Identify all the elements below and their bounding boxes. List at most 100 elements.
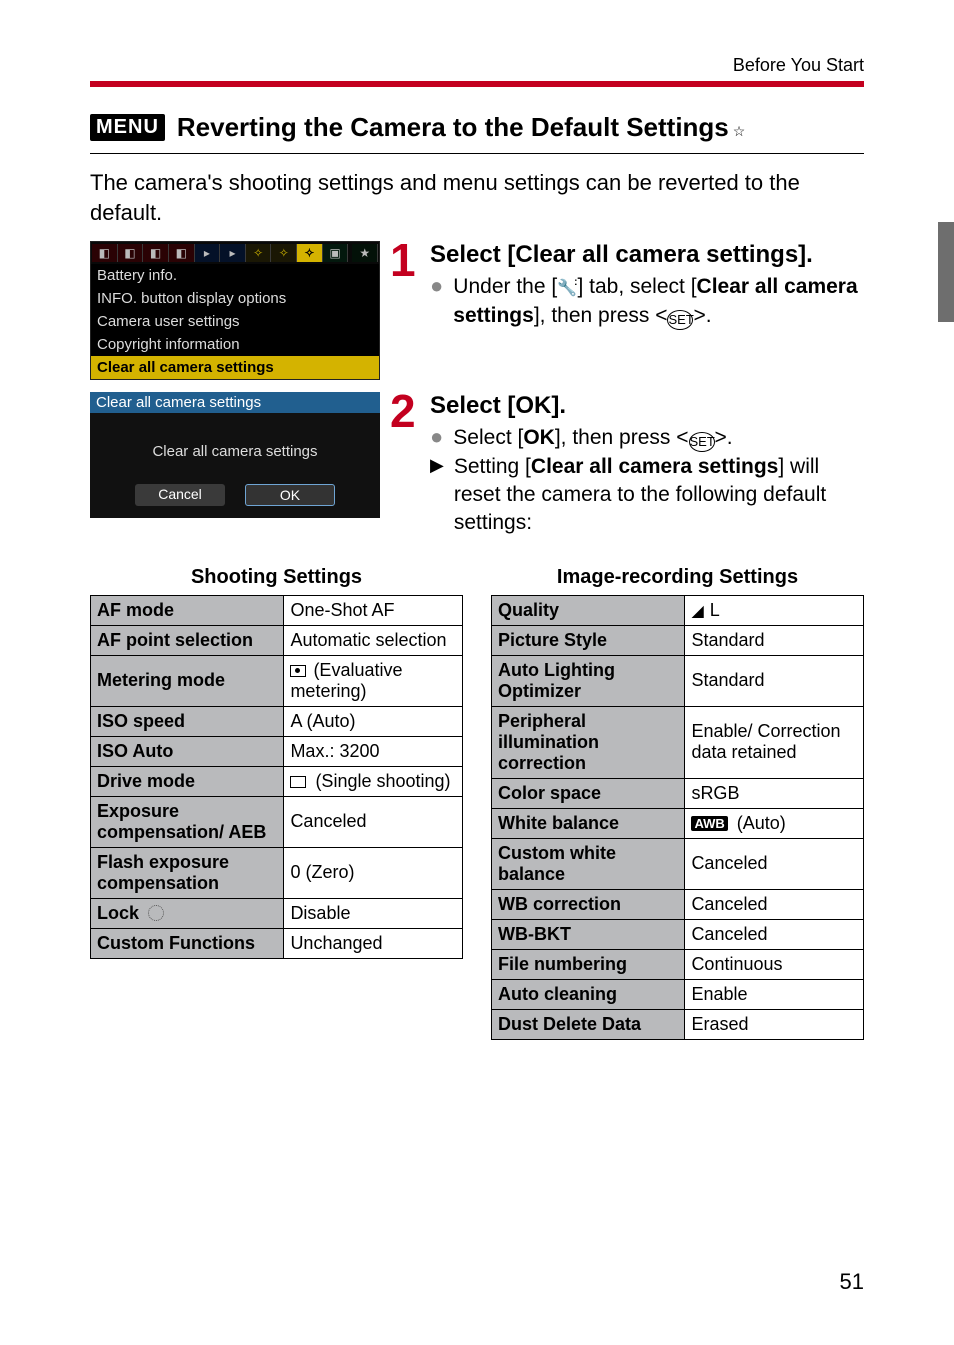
cell: L — [685, 595, 864, 625]
t: >. — [715, 426, 733, 449]
cell: Quality — [492, 595, 685, 625]
cell: A (Auto) — [284, 706, 463, 736]
cell: ISO Auto — [91, 736, 284, 766]
t: >. — [693, 304, 711, 327]
step-2-title: Select [OK]. — [430, 392, 864, 420]
cell: Enable — [685, 979, 864, 1009]
cell: One-Shot AF — [284, 595, 463, 625]
cell: Custom white balance — [492, 838, 685, 889]
panel2-header: Clear all camera settings — [90, 392, 380, 413]
tab-cfn: ▣ — [323, 244, 349, 262]
tab-play2: ▸ — [220, 244, 246, 262]
menu-screenshot-1: ◧ ◧ ◧ ◧ ▸ ▸ ✧ ✧ ✧ ▣ ★ Battery info. INFO… — [90, 241, 380, 380]
cell: Max.: 3200 — [284, 736, 463, 766]
cell: Lock — [91, 898, 284, 928]
menu-item-highlight: Clear all camera settings — [91, 356, 379, 379]
t: Select [ — [453, 426, 523, 449]
cell: Exposure compensation/ AEB — [91, 796, 284, 847]
triangle-icon: ▶ — [430, 453, 444, 477]
image-column: Image-recording Settings Quality L Pictu… — [491, 566, 864, 1040]
star-icon: ☆ — [733, 123, 746, 139]
cell: Drive mode — [91, 766, 284, 796]
tab-cam1: ◧ — [92, 244, 118, 262]
cell: AF mode — [91, 595, 284, 625]
cell: Canceled — [685, 889, 864, 919]
t: Lock — [97, 903, 144, 923]
tab-play1: ▸ — [195, 244, 221, 262]
side-tab — [938, 222, 954, 322]
intro-text: The camera's shooting settings and menu … — [90, 168, 864, 227]
breadcrumb: Before You Start — [90, 55, 864, 76]
cell: Erased — [685, 1009, 864, 1039]
menu-item: Copyright information — [91, 333, 379, 356]
t: L — [705, 600, 720, 620]
cell: Canceled — [685, 838, 864, 889]
cell: Picture Style — [492, 625, 685, 655]
cell: sRGB — [685, 778, 864, 808]
single-shooting-icon — [290, 776, 306, 788]
cell: Metering mode — [91, 655, 284, 706]
cell: Auto cleaning — [492, 979, 685, 1009]
set-icon: SET — [667, 310, 693, 330]
cell: AWB (Auto) — [685, 808, 864, 838]
cell: Standard — [685, 625, 864, 655]
bullet-dot-icon: ● — [430, 424, 443, 450]
cell: Canceled — [685, 919, 864, 949]
bullet-dot-icon: ● — [430, 273, 443, 299]
menu-item: Camera user settings — [91, 310, 379, 333]
panel2-body: Clear all camera settings — [90, 413, 380, 484]
shooting-table: AF modeOne-Shot AF AF point selectionAut… — [90, 595, 463, 959]
t: ], then press < — [534, 304, 668, 327]
red-divider — [90, 81, 864, 87]
metering-icon — [290, 665, 306, 677]
image-table: Quality L Picture StyleStandard Auto Lig… — [491, 595, 864, 1040]
cell: Flash exposure compensation — [91, 847, 284, 898]
menu-item: INFO. button display options — [91, 287, 379, 310]
menu-item: Battery info. — [91, 264, 379, 287]
step-2: Clear all camera settings Clear all came… — [90, 392, 864, 537]
t: (Evaluative metering) — [290, 660, 402, 701]
cell: Enable/ Correction data retained — [685, 706, 864, 778]
cell: Color space — [492, 778, 685, 808]
cell: ISO speed — [91, 706, 284, 736]
step-1: ◧ ◧ ◧ ◧ ▸ ▸ ✧ ✧ ✧ ▣ ★ Battery info. INFO… — [90, 241, 864, 380]
section-title-text: Reverting the Camera to the Default Sett… — [177, 112, 729, 142]
page-number: 51 — [840, 1269, 864, 1295]
cell: File numbering — [492, 949, 685, 979]
tab-cam4: ◧ — [169, 244, 195, 262]
cell: Automatic selection — [284, 625, 463, 655]
cell: Peripheral illumination correction — [492, 706, 685, 778]
cell: White balance — [492, 808, 685, 838]
ok-button[interactable]: OK — [245, 484, 335, 506]
cell: Disable — [284, 898, 463, 928]
cell: Dust Delete Data — [492, 1009, 685, 1039]
cell: WB-BKT — [492, 919, 685, 949]
step-2-bullet-2: ▶ Setting [Clear all camera settings] wi… — [430, 453, 864, 538]
cell: 0 (Zero) — [284, 847, 463, 898]
cell: AF point selection — [91, 625, 284, 655]
section-title-row: MENU Reverting the Camera to the Default… — [90, 112, 864, 154]
cancel-button[interactable]: Cancel — [135, 484, 225, 506]
t: ], then press < — [555, 426, 689, 449]
t: (Auto) — [732, 813, 786, 833]
t: Setting [ — [454, 455, 531, 478]
tab-wrench2: ✧ — [271, 244, 297, 262]
section-title: Reverting the Camera to the Default Sett… — [177, 112, 745, 143]
cell: (Evaluative metering) — [284, 655, 463, 706]
t: Clear all camera settings — [531, 455, 778, 478]
dial-icon — [148, 905, 164, 921]
cell: Continuous — [685, 949, 864, 979]
cell: Canceled — [284, 796, 463, 847]
menu-screenshot-2: Clear all camera settings Clear all came… — [90, 392, 380, 518]
step-number-1: 1 — [390, 241, 420, 280]
step-number-2: 2 — [390, 392, 420, 431]
tab-wrench3-active: ✧ — [297, 244, 323, 262]
quality-icon — [691, 600, 704, 620]
set-icon: SET — [689, 432, 715, 452]
shooting-title: Shooting Settings — [90, 566, 463, 589]
t: Under the [ — [453, 275, 557, 298]
t: ] tab, select [ — [577, 275, 696, 298]
image-title: Image-recording Settings — [491, 566, 864, 589]
t: (Single shooting) — [310, 771, 450, 791]
tab-cam2: ◧ — [118, 244, 144, 262]
